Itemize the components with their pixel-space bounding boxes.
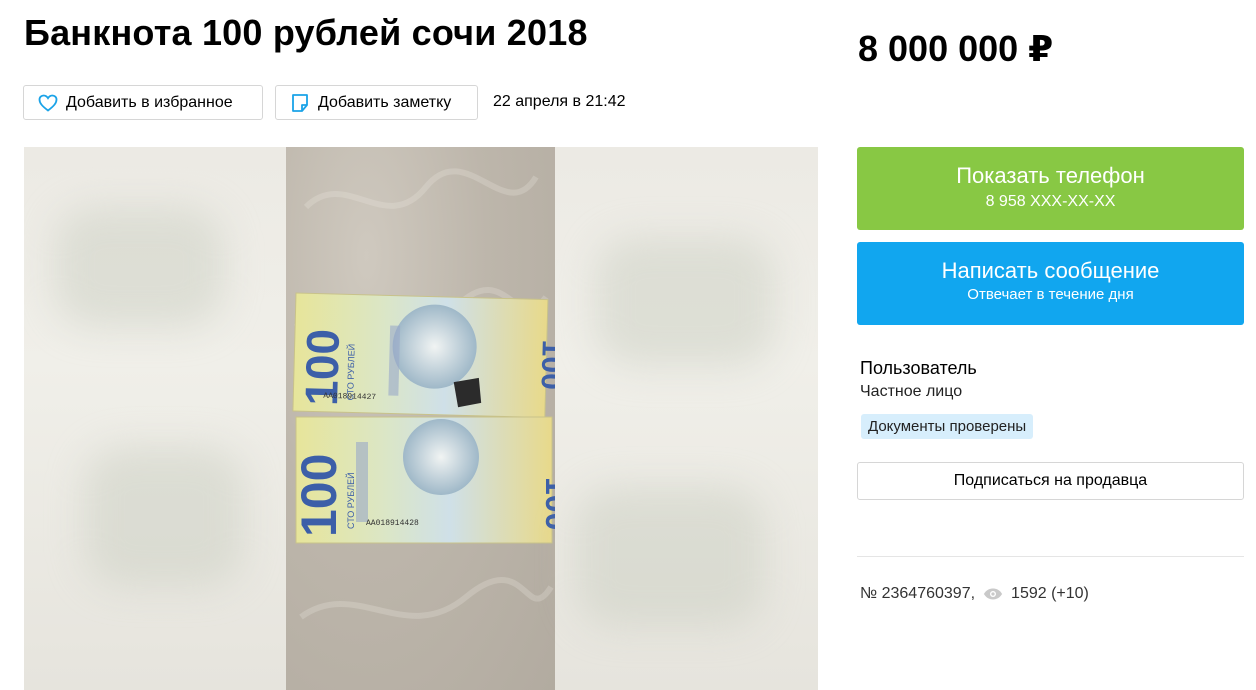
add-note-label: Добавить заметку	[318, 93, 452, 111]
subscribe-seller-button[interactable]: Подписаться на продавца	[857, 462, 1244, 500]
banknote-2-serial: АА018914428	[366, 519, 419, 528]
seller-name[interactable]: Пользователь	[860, 358, 977, 379]
divider	[857, 556, 1244, 557]
write-message-button[interactable]: Написать сообщение Отвечает в течение дн…	[857, 242, 1244, 325]
listing-photo[interactable]: 100 СТО РУБЛЕЙ АА018914427 100 100 СТО Р…	[286, 147, 575, 690]
banknote-1-serial: АА018914427	[323, 392, 376, 402]
add-to-favorites-label: Добавить в избранное	[66, 93, 233, 111]
masked-phone: 8 958 XXX-XX-XX	[985, 193, 1116, 210]
listing-date: 22 апреля в 21:42	[493, 93, 626, 110]
show-phone-label: Показать телефон	[956, 163, 1145, 188]
listing-price: 8 000 000 ₽	[858, 28, 1054, 69]
heart-icon	[38, 93, 58, 113]
banknotes-image: 100 СТО РУБЛЕЙ АА018914427 100 100 СТО Р…	[291, 168, 575, 620]
gallery-blur-left	[24, 147, 286, 690]
banknote-2-denomination: 100	[291, 454, 347, 537]
ad-number: № 2364760397,	[860, 585, 976, 602]
seller-type: Частное лицо	[860, 383, 963, 400]
listing-meta: № 2364760397, 1592 (+10)	[860, 584, 1089, 604]
banknote-2-words: СТО РУБЛЕЙ	[345, 472, 356, 529]
response-time: Отвечает в течение дня	[967, 286, 1134, 303]
note-icon	[290, 93, 310, 113]
gallery-blur-right	[555, 147, 818, 690]
views-count: 1592 (+10)	[1011, 585, 1089, 602]
eye-icon	[983, 584, 1003, 604]
add-note-button[interactable]: Добавить заметку	[275, 85, 478, 120]
banknote-2-denomination-right: 100	[539, 477, 555, 530]
banknote-1-denomination-right: 100	[535, 339, 555, 390]
photo-gallery[interactable]: 100 СТО РУБЛЕЙ АА018914427 100 100 СТО Р…	[24, 147, 818, 690]
add-to-favorites-button[interactable]: Добавить в избранное	[23, 85, 263, 120]
documents-verified-badge: Документы проверены	[861, 414, 1034, 439]
write-message-label: Написать сообщение	[941, 258, 1160, 283]
listing-title: Банкнота 100 рублей сочи 2018	[24, 12, 588, 53]
show-phone-button[interactable]: Показать телефон 8 958 XXX-XX-XX	[857, 147, 1244, 230]
